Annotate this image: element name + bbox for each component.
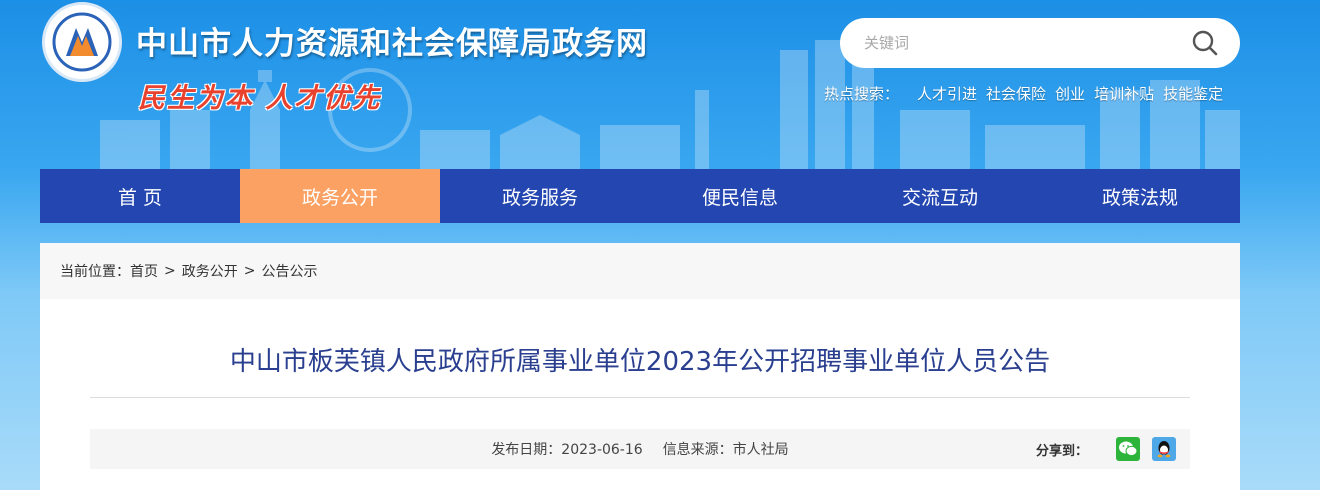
wechat-share-icon[interactable] [1116,437,1140,461]
share-bar: 分享到： [1036,429,1176,469]
hot-search-link[interactable]: 技能鉴定 [1163,83,1223,104]
nav-item-convenience-info[interactable]: 便民信息 [640,169,840,223]
search-icon[interactable] [1190,28,1220,58]
article-title: 中山市板芙镇人民政府所属事业单位2023年公开招聘事业单位人员公告 [229,347,1051,377]
hot-search-link[interactable]: 培训补贴 [1094,83,1154,104]
nav-item-public-affairs[interactable]: 政务公开 [240,169,440,223]
hot-search: 热点搜索： 人才引进 社会保险 创业 培训补贴 技能鉴定 [824,82,1223,104]
qq-share-icon[interactable] [1152,437,1176,461]
nav-item-services[interactable]: 政务服务 [440,169,640,223]
hot-search-label: 热点搜索： [824,84,900,103]
breadcrumb-item[interactable]: 政务公开 [182,261,238,281]
hot-search-link[interactable]: 创业 [1055,83,1085,104]
publish-date: 发布日期：2023-06-16 [491,442,643,458]
content-panel: 当前位置： 首页 > 政务公开 > 公告公示 中山市板芙镇人民政府所属事业单位2… [40,243,1240,490]
nav-item-policies[interactable]: 政策法规 [1040,169,1240,223]
article-meta: 发布日期：2023-06-16 信息来源：市人社局 分享到： [90,429,1190,469]
nav-item-interaction[interactable]: 交流互动 [840,169,1040,223]
breadcrumb-item[interactable]: 首页 [130,261,158,281]
search-input[interactable] [864,34,1190,52]
breadcrumb-separator: > [164,263,176,279]
main-nav: 首 页 政务公开 政务服务 便民信息 交流互动 政策法规 [40,169,1240,223]
share-label: 分享到： [1035,443,1088,459]
breadcrumb-prefix: 当前位置： [60,264,130,280]
slogan: 民生为本 人才优先 [138,83,382,114]
site-title[interactable]: 中山市人力资源和社会保障局政务网 [136,18,648,63]
breadcrumb-item[interactable]: 公告公示 [261,261,317,281]
title-divider [90,397,1190,398]
logo-emblem-icon [52,12,112,72]
breadcrumb-separator: > [243,263,256,279]
breadcrumb: 当前位置： 首页 > 政务公开 > 公告公示 [40,243,1240,299]
info-source: 信息来源：市人社局 [662,442,789,458]
search-box [840,18,1240,68]
hot-search-link[interactable]: 人才引进 [917,83,977,104]
hot-search-link[interactable]: 社会保险 [986,83,1046,104]
bureau-logo[interactable] [42,2,122,82]
nav-item-home[interactable]: 首 页 [40,169,240,223]
